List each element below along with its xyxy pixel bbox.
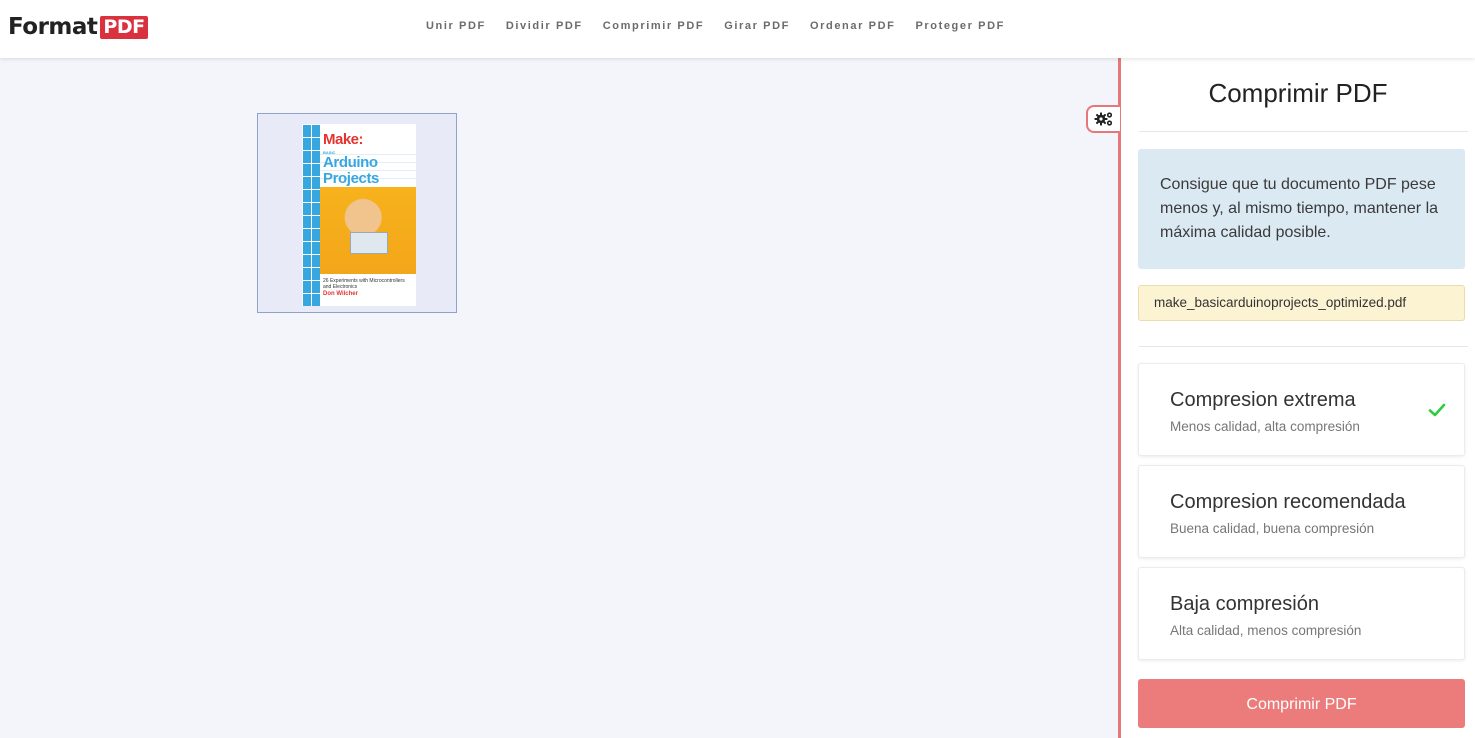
book-cover-image: Make: BASIC Arduino Projects 26 Experime… xyxy=(302,124,416,306)
logo-badge: PDF xyxy=(100,15,148,39)
compress-sidebar: Comprimir PDF Consigue que tu documento … xyxy=(1118,58,1475,738)
cover-circuit-board xyxy=(350,232,388,254)
option-subtitle: Buena calidad, buena compresión xyxy=(1170,521,1375,536)
divider xyxy=(1139,346,1468,347)
nav-dividir-pdf[interactable]: Dividir PDF xyxy=(506,19,583,33)
logo-word: Format xyxy=(8,14,98,40)
option-compresion-recomendada[interactable]: Compresion recomendada Buena calidad, bu… xyxy=(1138,465,1465,558)
pdf-page-thumbnail[interactable]: Make: BASIC Arduino Projects 26 Experime… xyxy=(257,113,457,313)
nav-comprimir-pdf[interactable]: Comprimir PDF xyxy=(603,19,704,33)
nav-girar-pdf[interactable]: Girar PDF xyxy=(724,19,790,33)
sidebar-title: Comprimir PDF xyxy=(1208,78,1388,108)
cover-grid-strip xyxy=(302,124,320,306)
cover-title-line2: Projects xyxy=(323,170,379,187)
cover-author: Don Wilcher xyxy=(323,291,358,297)
cover-photo xyxy=(320,187,416,274)
option-title: Compresion extrema xyxy=(1170,389,1356,411)
main-nav: Unir PDF Dividir PDF Comprimir PDF Girar… xyxy=(426,19,1025,33)
nav-proteger-pdf[interactable]: Proteger PDF xyxy=(915,19,1005,33)
option-subtitle: Alta calidad, menos compresión xyxy=(1170,623,1362,638)
info-message: Consigue que tu documento PDF pese menos… xyxy=(1138,149,1465,269)
option-title: Baja compresión xyxy=(1170,593,1319,615)
nav-ordenar-pdf[interactable]: Ordenar PDF xyxy=(810,19,895,33)
cover-make-label: Make: xyxy=(323,131,364,148)
gears-icon xyxy=(1094,112,1113,126)
option-baja-compresion[interactable]: Baja compresión Alta calidad, menos comp… xyxy=(1138,567,1465,660)
cover-subtitle: 26 Experiments with Microcontrollers and… xyxy=(323,278,405,290)
top-navbar: Format PDF Unir PDF Dividir PDF Comprimi… xyxy=(0,0,1475,58)
brand-logo[interactable]: Format PDF xyxy=(8,12,148,42)
divider xyxy=(1139,131,1468,132)
cover-title-line1: Arduino xyxy=(323,154,378,171)
nav-unir-pdf[interactable]: Unir PDF xyxy=(426,19,486,33)
compress-submit-button[interactable]: Comprimir PDF xyxy=(1138,679,1465,728)
settings-toggle-button[interactable] xyxy=(1086,105,1120,133)
option-title: Compresion recomendada xyxy=(1170,491,1406,513)
option-subtitle: Menos calidad, alta compresión xyxy=(1170,419,1360,434)
check-icon xyxy=(1428,403,1446,417)
option-compresion-extrema[interactable]: Compresion extrema Menos calidad, alta c… xyxy=(1138,363,1465,456)
document-canvas: Make: BASIC Arduino Projects 26 Experime… xyxy=(0,58,1118,738)
output-filename: make_basicarduinoprojects_optimized.pdf xyxy=(1138,285,1465,321)
